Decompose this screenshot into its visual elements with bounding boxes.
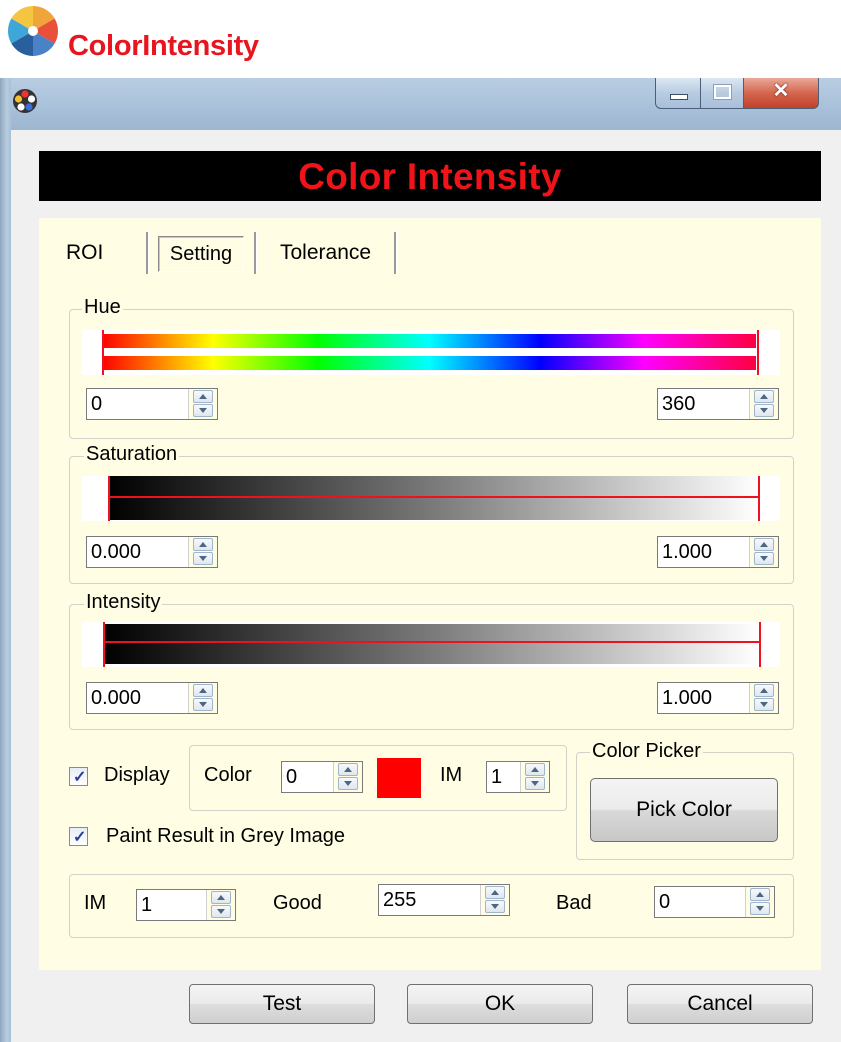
color-label: Color bbox=[204, 764, 252, 786]
intensity-min-marker[interactable] bbox=[103, 622, 105, 667]
spin-up-icon[interactable] bbox=[754, 390, 774, 403]
hue-max-spinner[interactable]: 360 bbox=[657, 388, 779, 420]
good-label: Good bbox=[273, 892, 322, 914]
saturation-max-marker[interactable] bbox=[758, 476, 760, 521]
spin-up-icon[interactable] bbox=[750, 888, 770, 901]
tab-tolerance[interactable]: Tolerance bbox=[280, 232, 371, 274]
intensity-max-value: 1.000 bbox=[662, 687, 713, 709]
output-im-value: 1 bbox=[141, 894, 153, 916]
saturation-max-spinner[interactable]: 1.000 bbox=[657, 536, 779, 568]
display-im-label: IM bbox=[440, 764, 463, 786]
color-index-value: 0 bbox=[286, 766, 298, 788]
color-index-spinner[interactable]: 0 bbox=[281, 761, 363, 793]
app-logo-icon bbox=[8, 6, 58, 56]
maximize-button[interactable] bbox=[700, 78, 744, 109]
spin-down-icon[interactable] bbox=[754, 404, 774, 417]
close-icon: ✕ bbox=[772, 80, 790, 102]
intensity-min-spinner[interactable]: 0.000 bbox=[86, 682, 218, 714]
tab-separator bbox=[394, 232, 397, 274]
spin-down-icon[interactable] bbox=[193, 698, 213, 711]
tab-separator bbox=[254, 232, 257, 274]
spin-up-icon[interactable] bbox=[754, 538, 774, 551]
hue-max-marker[interactable] bbox=[757, 330, 759, 375]
checkmark-icon: ✓ bbox=[73, 769, 87, 786]
display-im-value: 1 bbox=[491, 766, 503, 788]
spin-down-icon[interactable] bbox=[211, 905, 231, 918]
spin-down-icon[interactable] bbox=[754, 698, 774, 711]
checkmark-icon: ✓ bbox=[73, 829, 87, 846]
spin-up-icon[interactable] bbox=[754, 684, 774, 697]
saturation-min-marker[interactable] bbox=[108, 476, 110, 521]
test-button[interactable]: Test bbox=[189, 984, 375, 1024]
saturation-min-value: 0.000 bbox=[91, 541, 142, 563]
hue-min-spinner[interactable]: 0 bbox=[86, 388, 218, 420]
display-label: Display bbox=[104, 764, 170, 786]
spin-down-icon[interactable] bbox=[525, 777, 545, 790]
minimize-button[interactable] bbox=[655, 78, 701, 109]
output-im-spinner[interactable]: 1 bbox=[136, 889, 236, 921]
spin-down-icon[interactable] bbox=[338, 777, 358, 790]
display-checkbox[interactable]: ✓ bbox=[69, 767, 88, 786]
bad-label: Bad bbox=[556, 892, 592, 914]
cancel-button[interactable]: Cancel bbox=[627, 984, 813, 1024]
bad-value-spinner[interactable]: 0 bbox=[654, 886, 775, 918]
hue-max-value: 360 bbox=[662, 393, 696, 415]
app-title: ColorIntensity bbox=[68, 30, 259, 62]
saturation-gradient bbox=[108, 476, 760, 520]
ok-button[interactable]: OK bbox=[407, 984, 593, 1024]
tab-setting[interactable]: Setting bbox=[158, 236, 244, 272]
hue-upper-bar bbox=[102, 334, 756, 348]
good-value: 255 bbox=[383, 889, 417, 911]
spin-down-icon[interactable] bbox=[193, 404, 213, 417]
close-button[interactable]: ✕ bbox=[743, 78, 819, 109]
intensity-max-spinner[interactable]: 1.000 bbox=[657, 682, 779, 714]
maximize-icon bbox=[713, 84, 732, 100]
spin-up-icon[interactable] bbox=[338, 763, 358, 776]
spin-up-icon[interactable] bbox=[193, 684, 213, 697]
hue-label: Hue bbox=[82, 296, 123, 319]
spin-down-icon[interactable] bbox=[485, 900, 505, 913]
intensity-gradient bbox=[103, 624, 759, 664]
output-im-label: IM bbox=[84, 892, 107, 914]
saturation-range-line bbox=[108, 496, 760, 498]
pick-color-button[interactable]: Pick Color bbox=[590, 778, 778, 842]
spin-up-icon[interactable] bbox=[211, 891, 231, 904]
spin-up-icon[interactable] bbox=[485, 886, 505, 899]
minimize-icon bbox=[670, 94, 688, 100]
hue-min-marker[interactable] bbox=[102, 330, 104, 375]
paint-result-label: Paint Result in Grey Image bbox=[106, 825, 345, 847]
banner-title: Color Intensity bbox=[298, 156, 562, 197]
hue-lower-bar bbox=[102, 356, 756, 370]
display-im-spinner[interactable]: 1 bbox=[486, 761, 550, 793]
intensity-min-value: 0.000 bbox=[91, 687, 142, 709]
spin-down-icon[interactable] bbox=[193, 552, 213, 565]
spin-down-icon[interactable] bbox=[754, 552, 774, 565]
spin-down-icon[interactable] bbox=[750, 902, 770, 915]
spin-up-icon[interactable] bbox=[193, 538, 213, 551]
good-value-spinner[interactable]: 255 bbox=[378, 884, 510, 916]
tab-separator bbox=[146, 232, 149, 274]
bad-value: 0 bbox=[659, 891, 671, 913]
spin-up-icon[interactable] bbox=[525, 763, 545, 776]
paint-result-checkbox[interactable]: ✓ bbox=[69, 827, 88, 846]
window-border bbox=[0, 78, 11, 1042]
intensity-label: Intensity bbox=[84, 591, 163, 614]
color-picker-label: Color Picker bbox=[590, 740, 703, 763]
saturation-max-value: 1.000 bbox=[662, 541, 713, 563]
intensity-range-line bbox=[103, 641, 759, 643]
intensity-max-marker[interactable] bbox=[759, 622, 761, 667]
saturation-min-spinner[interactable]: 0.000 bbox=[86, 536, 218, 568]
color-swatch[interactable] bbox=[377, 758, 421, 798]
hue-min-value: 0 bbox=[91, 393, 103, 415]
spin-up-icon[interactable] bbox=[193, 390, 213, 403]
tab-roi[interactable]: ROI bbox=[66, 232, 103, 274]
saturation-label: Saturation bbox=[84, 443, 180, 466]
window-icon bbox=[13, 89, 37, 113]
